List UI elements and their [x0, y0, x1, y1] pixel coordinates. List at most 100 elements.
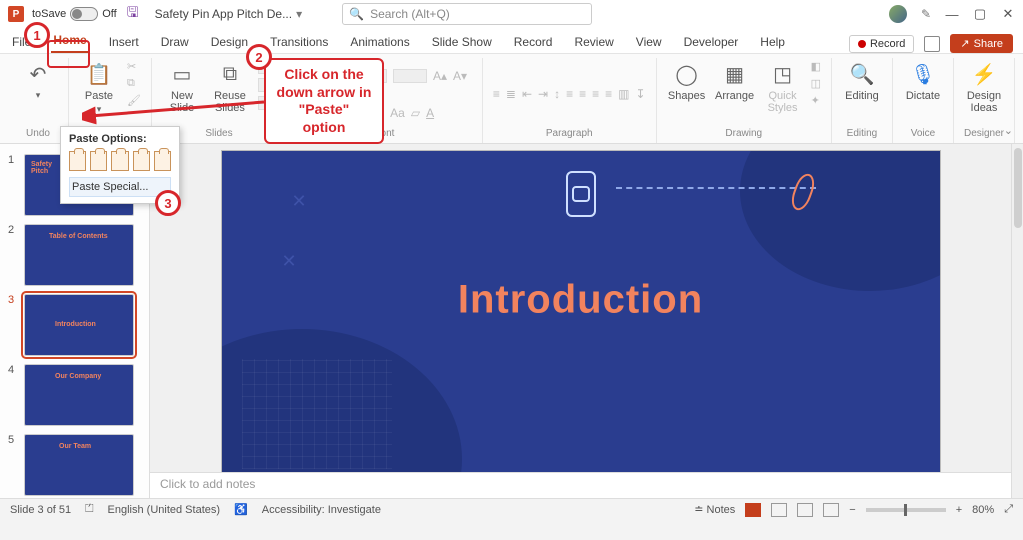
- share-label: Share: [974, 38, 1003, 50]
- tab-insert[interactable]: Insert: [107, 31, 141, 53]
- paste-special-item[interactable]: Paste Special...: [69, 177, 171, 197]
- zoom-slider[interactable]: [866, 508, 946, 512]
- share-button[interactable]: ↗ Share: [950, 34, 1013, 53]
- decrease-font-icon[interactable]: A▾: [453, 69, 467, 83]
- paste-option-picture-icon[interactable]: [111, 151, 128, 171]
- thumb-row-4[interactable]: 4 Our Company: [0, 360, 149, 430]
- zoom-level[interactable]: 80%: [972, 504, 994, 516]
- reuse-slides-button[interactable]: ⧉ Reuse Slides: [210, 60, 250, 114]
- tab-developer[interactable]: Developer: [682, 31, 741, 53]
- decorative-grid: [242, 359, 392, 469]
- paste-option-keep-text-icon[interactable]: [154, 151, 171, 171]
- tab-slideshow[interactable]: Slide Show: [430, 31, 494, 53]
- line-spacing-icon[interactable]: ↕: [554, 87, 560, 101]
- shape-fill-icon[interactable]: ◧: [811, 60, 821, 73]
- tab-transitions[interactable]: Transitions: [268, 31, 330, 53]
- thumb-4[interactable]: Our Company: [24, 364, 134, 426]
- cut-icon[interactable]: ✂: [127, 60, 141, 73]
- user-avatar[interactable]: [889, 5, 907, 23]
- notes-toggle[interactable]: ≐ Notes: [694, 503, 735, 516]
- tab-draw[interactable]: Draw: [159, 31, 191, 53]
- paste-button[interactable]: 📋 Paste ▾: [79, 60, 119, 115]
- tab-design[interactable]: Design: [209, 31, 250, 53]
- shape-outline-icon[interactable]: ◫: [811, 77, 821, 90]
- paste-option-text-icon[interactable]: [133, 151, 150, 171]
- thumb-row-5[interactable]: 5 Our Team: [0, 430, 149, 498]
- close-button[interactable]: ✕: [1001, 6, 1015, 22]
- search-input[interactable]: 🔍 Search (Alt+Q): [342, 3, 592, 25]
- language-status[interactable]: English (United States): [108, 504, 221, 516]
- reading-view-button[interactable]: [797, 503, 813, 517]
- justify-icon[interactable]: ≡: [605, 87, 612, 101]
- numbering-icon[interactable]: ≣: [506, 87, 516, 101]
- paste-option-dest-theme-icon[interactable]: [69, 151, 86, 171]
- shape-effects-icon[interactable]: ✦: [811, 94, 821, 107]
- minimize-button[interactable]: —: [945, 7, 959, 22]
- notes-input[interactable]: Click to add notes: [150, 472, 1011, 498]
- font-size-input[interactable]: [393, 69, 427, 83]
- thumb-3[interactable]: Introduction: [24, 294, 134, 356]
- autosave-toggle[interactable]: toSave Off: [32, 7, 117, 21]
- search-placeholder: Search (Alt+Q): [370, 7, 450, 21]
- columns-icon[interactable]: ▥: [618, 87, 629, 101]
- editing-button[interactable]: 🔍Editing: [842, 60, 882, 102]
- thumb-5[interactable]: Our Team: [24, 434, 134, 496]
- toggle-icon[interactable]: [70, 7, 98, 21]
- annotation-badge-2: 2: [246, 44, 272, 70]
- thumb-row-3[interactable]: 3 Introduction: [0, 290, 149, 360]
- accessibility-status[interactable]: Accessibility: Investigate: [262, 504, 381, 516]
- design-ideas-button[interactable]: ⚡Design Ideas: [964, 60, 1004, 114]
- increase-font-icon[interactable]: A▴: [433, 69, 447, 83]
- group-slides-label: Slides: [205, 128, 232, 141]
- sorter-view-button[interactable]: [771, 503, 787, 517]
- thumb-row-2[interactable]: 2 Table of Contents: [0, 220, 149, 290]
- zoom-in-button[interactable]: +: [956, 504, 962, 516]
- tab-view[interactable]: View: [634, 31, 664, 53]
- dictate-button[interactable]: 🎙Dictate: [903, 60, 943, 102]
- normal-view-button[interactable]: [745, 503, 761, 517]
- tab-animations[interactable]: Animations: [348, 31, 411, 53]
- indent-dec-icon[interactable]: ⇤: [522, 87, 532, 101]
- bullets-icon[interactable]: ≡: [493, 87, 500, 101]
- thumb-2[interactable]: Table of Contents: [24, 224, 134, 286]
- maximize-button[interactable]: ▢: [973, 6, 987, 22]
- arrange-button[interactable]: ▦Arrange: [715, 60, 755, 102]
- comments-icon[interactable]: [924, 36, 940, 52]
- slide-title[interactable]: Introduction: [458, 277, 703, 322]
- vertical-scrollbar[interactable]: [1011, 144, 1023, 498]
- font-color-icon[interactable]: A: [426, 106, 434, 120]
- spellcheck-icon[interactable]: ⏍: [85, 503, 93, 516]
- record-button[interactable]: Record: [849, 35, 914, 53]
- zoom-out-button[interactable]: −: [849, 504, 855, 516]
- slide-counter[interactable]: Slide 3 of 51: [10, 504, 71, 516]
- align-center-icon[interactable]: ≡: [579, 87, 586, 101]
- accessibility-icon[interactable]: ♿: [234, 503, 248, 516]
- format-painter-icon[interactable]: 🖌: [127, 94, 141, 107]
- shapes-button[interactable]: ◯Shapes: [667, 60, 707, 102]
- document-title[interactable]: Safety Pin App Pitch De...: [155, 7, 292, 21]
- tab-review[interactable]: Review: [572, 31, 615, 53]
- pen-icon[interactable]: ✎: [921, 7, 931, 21]
- text-direction-icon[interactable]: ↧: [636, 87, 646, 101]
- paste-dropdown-icon[interactable]: ▾: [97, 104, 102, 115]
- case-icon[interactable]: Aa: [390, 106, 405, 120]
- tab-help[interactable]: Help: [758, 31, 787, 53]
- slideshow-view-button[interactable]: [823, 503, 839, 517]
- align-right-icon[interactable]: ≡: [592, 87, 599, 101]
- collapse-ribbon-icon[interactable]: ⌄: [1004, 124, 1013, 137]
- chevron-down-icon[interactable]: ▾: [36, 90, 41, 101]
- copy-icon[interactable]: ⧉: [127, 77, 141, 90]
- new-slide-button[interactable]: ▭ New Slide: [162, 60, 202, 114]
- quick-styles-button[interactable]: ◳Quick Styles: [763, 60, 803, 114]
- save-icon[interactable]: 🖫: [127, 2, 139, 26]
- indent-inc-icon[interactable]: ⇥: [538, 87, 548, 101]
- fit-window-button[interactable]: ⤢: [1004, 503, 1013, 516]
- paste-option-keep-source-icon[interactable]: [90, 151, 107, 171]
- highlight-icon[interactable]: ▱: [411, 106, 420, 120]
- slide-canvas[interactable]: ✕ ✕ Introduction: [150, 144, 1011, 472]
- tab-record[interactable]: Record: [512, 31, 555, 53]
- doc-title-dropdown-icon[interactable]: ▾: [296, 7, 302, 21]
- shapes-icon: ◯: [673, 60, 701, 88]
- align-left-icon[interactable]: ≡: [566, 87, 573, 101]
- slide[interactable]: ✕ ✕ Introduction: [221, 150, 941, 472]
